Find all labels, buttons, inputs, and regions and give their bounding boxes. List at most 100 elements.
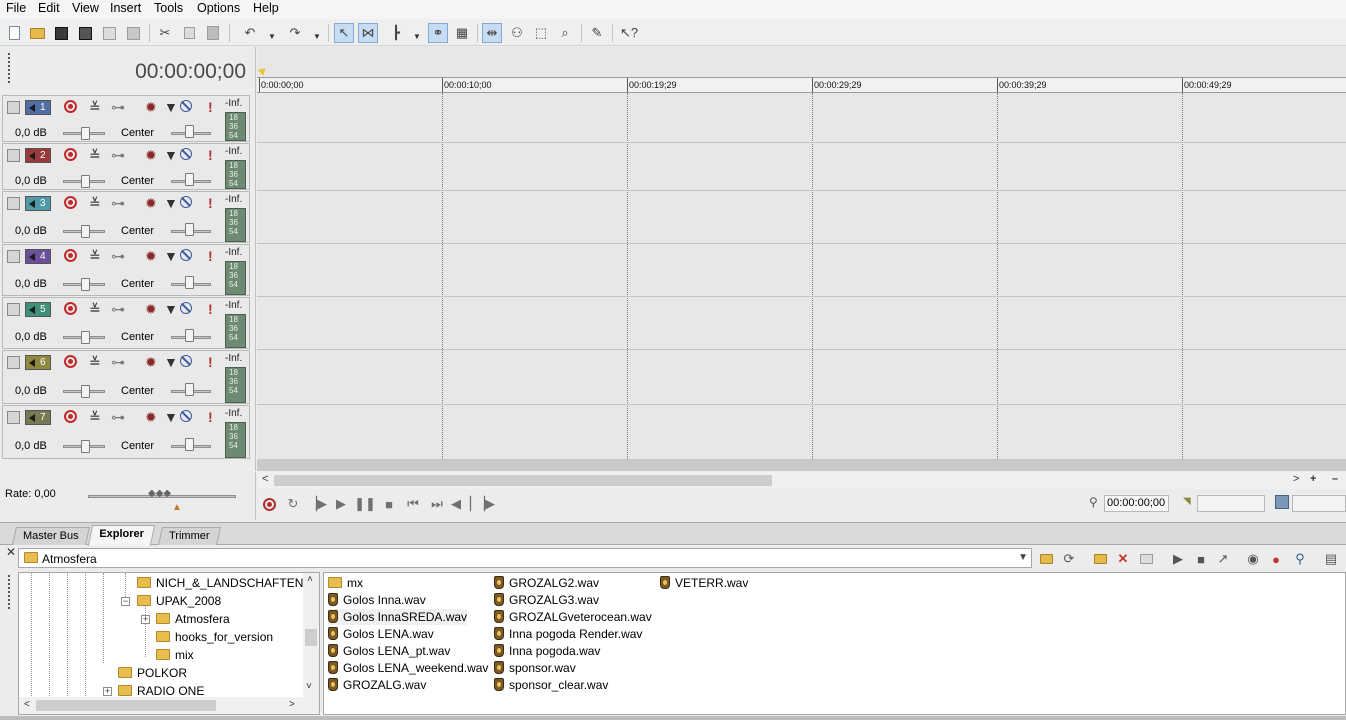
tree-hscrollbar[interactable]: < >: [19, 697, 319, 714]
menu-tools[interactable]: Tools: [153, 1, 184, 15]
scroll-left-icon[interactable]: <: [262, 473, 268, 485]
selection-tool-icon[interactable]: ⇹: [482, 23, 502, 43]
automation-icon[interactable]: ≚: [89, 302, 101, 316]
track-fx-icon[interactable]: ⊶: [111, 302, 125, 316]
track-number[interactable]: 6: [25, 355, 51, 370]
tree-item[interactable]: hooks_for_version: [156, 630, 273, 644]
pause-icon[interactable]: ❚❚: [354, 495, 376, 513]
scroll-thumb[interactable]: [274, 475, 772, 486]
tree-item[interactable]: Atmosfera: [156, 612, 230, 626]
file-item[interactable]: mx: [328, 575, 363, 591]
copy-icon[interactable]: [179, 23, 199, 43]
undo-dropdown-icon[interactable]: ▼: [268, 32, 276, 41]
file-item[interactable]: sponsor_clear.wav: [494, 677, 608, 693]
menu-file[interactable]: File: [5, 1, 27, 15]
automation-icon[interactable]: ≚: [89, 100, 101, 114]
erase-tool-icon[interactable]: ⌕: [555, 23, 575, 43]
scroll-right-icon[interactable]: >: [289, 699, 295, 710]
go-to-start-icon[interactable]: ⏮: [404, 495, 422, 513]
selection-start-field[interactable]: [1197, 495, 1265, 512]
file-item[interactable]: GROZALG2.wav: [494, 575, 599, 591]
undo-icon[interactable]: ↶: [240, 23, 260, 43]
arm-record-icon[interactable]: [64, 410, 77, 423]
gear-icon[interactable]: ✹: [145, 100, 157, 114]
automation-icon[interactable]: ≚: [89, 249, 101, 263]
zoom-in-icon[interactable]: +: [1310, 473, 1316, 485]
record-icon[interactable]: [260, 495, 278, 513]
preview-stop-icon[interactable]: ■: [1192, 550, 1210, 568]
track-number[interactable]: 3: [25, 196, 51, 211]
tab-trimmer[interactable]: Trimmer: [158, 527, 221, 545]
track-header[interactable]: 1 ≚ ⊶ ✹ ▼! -Inf. 18 36 54 0,0 dB Center: [2, 95, 250, 142]
rate-handle-icon[interactable]: ◆◆◆: [148, 488, 171, 499]
scroll-down-icon[interactable]: ˅: [306, 681, 312, 692]
tree-item[interactable]: NICH_&_LANDSCHAFTEN: [137, 576, 303, 590]
tree-vscrollbar[interactable]: ˄ ˅: [303, 573, 319, 698]
render-icon[interactable]: [99, 23, 119, 43]
gear-icon[interactable]: ✹: [145, 410, 157, 424]
file-item[interactable]: VETERR.wav: [660, 575, 748, 591]
track-expand-icon[interactable]: [7, 101, 20, 114]
help-icon[interactable]: ↖?: [619, 23, 639, 43]
collapse-icon[interactable]: −: [121, 597, 130, 606]
mute-icon[interactable]: [180, 196, 192, 208]
auto-preview-icon[interactable]: ↗: [1214, 550, 1232, 568]
track-header[interactable]: 4 ≚ ⊶ ✹ ▼! -Inf. 18 36 54 0,0 dB Center: [2, 244, 250, 296]
zoom-out-icon[interactable]: –: [1332, 473, 1338, 485]
volume-slider-thumb[interactable]: [81, 278, 90, 291]
grip-handle-icon[interactable]: [8, 53, 11, 83]
mute-icon[interactable]: [180, 100, 192, 112]
mute-icon[interactable]: [180, 410, 192, 422]
normal-edit-tool-icon[interactable]: ↖: [334, 23, 354, 43]
menu-options[interactable]: Options: [196, 1, 241, 15]
menu-view[interactable]: View: [71, 1, 100, 15]
track-fx-icon[interactable]: ⊶: [111, 249, 125, 263]
explorer-address-bar[interactable]: Atmosfera ▼: [18, 548, 1032, 568]
redo-dropdown-icon[interactable]: ▼: [313, 32, 321, 41]
pan-slider-thumb[interactable]: [185, 173, 194, 186]
arm-record-icon[interactable]: [64, 249, 77, 262]
volume-slider-thumb[interactable]: [81, 331, 90, 344]
solo-icon[interactable]: !: [208, 302, 213, 316]
loop-icon[interactable]: ↻: [284, 495, 302, 513]
grip-handle-icon[interactable]: [8, 575, 11, 609]
arm-record-icon[interactable]: [64, 355, 77, 368]
file-item[interactable]: Golos Inna.wav: [328, 592, 426, 608]
track-number[interactable]: 2: [25, 148, 51, 163]
next-frame-icon[interactable]: ▕▶: [475, 495, 495, 513]
file-item[interactable]: Golos LENA.wav: [328, 626, 434, 642]
track-expand-icon[interactable]: [7, 303, 20, 316]
play-icon[interactable]: ▶: [332, 495, 350, 513]
track-expand-icon[interactable]: [7, 197, 20, 210]
arm-record-icon[interactable]: [64, 100, 77, 113]
save-icon[interactable]: [51, 23, 71, 43]
chevron-down-icon[interactable]: ▼: [164, 100, 178, 114]
track-fx-icon[interactable]: ⊶: [111, 196, 125, 210]
new-folder-icon[interactable]: [1091, 550, 1109, 568]
chevron-down-icon[interactable]: ▼: [1018, 552, 1028, 563]
chevron-down-icon[interactable]: ▼: [164, 196, 178, 210]
explorer-tree[interactable]: NICH_&_LANDSCHAFTEN − UPAK_2008 + Atmosf…: [18, 572, 320, 715]
track-number[interactable]: 7: [25, 410, 51, 425]
menu-edit[interactable]: Edit: [37, 1, 61, 15]
chevron-down-icon[interactable]: ▼: [164, 355, 178, 369]
track-header[interactable]: 6 ≚ ⊶ ✹ ▼! -Inf. 18 36 54 0,0 dB Center: [2, 350, 250, 404]
track-expand-icon[interactable]: [7, 250, 20, 263]
file-item[interactable]: Golos InnaSREDA.wav: [328, 609, 468, 625]
track-number[interactable]: 5: [25, 302, 51, 317]
selection-length-field[interactable]: [1292, 495, 1346, 512]
automation-icon[interactable]: ≚: [89, 355, 101, 369]
track-fx-icon[interactable]: ⊶: [111, 355, 125, 369]
pan-slider-thumb[interactable]: [185, 276, 194, 289]
get-media-icon[interactable]: ◉: [1244, 550, 1262, 568]
file-item[interactable]: GROZALG.wav: [328, 677, 426, 693]
explorer-file-list[interactable]: mx Golos Inna.wav Golos InnaSREDA.wav Golos…: [323, 572, 1346, 715]
file-item[interactable]: Golos LENA_pt.wav: [328, 643, 450, 659]
menu-help[interactable]: Help: [252, 1, 280, 15]
add-to-favorites-icon[interactable]: [1137, 550, 1155, 568]
cursor-time-field[interactable]: 00:00:00;00: [1104, 495, 1169, 512]
mute-icon[interactable]: [180, 355, 192, 367]
split-tool-icon[interactable]: ⬚: [531, 23, 551, 43]
envelope-tool-icon[interactable]: ⋈: [358, 23, 378, 43]
automation-icon[interactable]: ≚: [89, 196, 101, 210]
